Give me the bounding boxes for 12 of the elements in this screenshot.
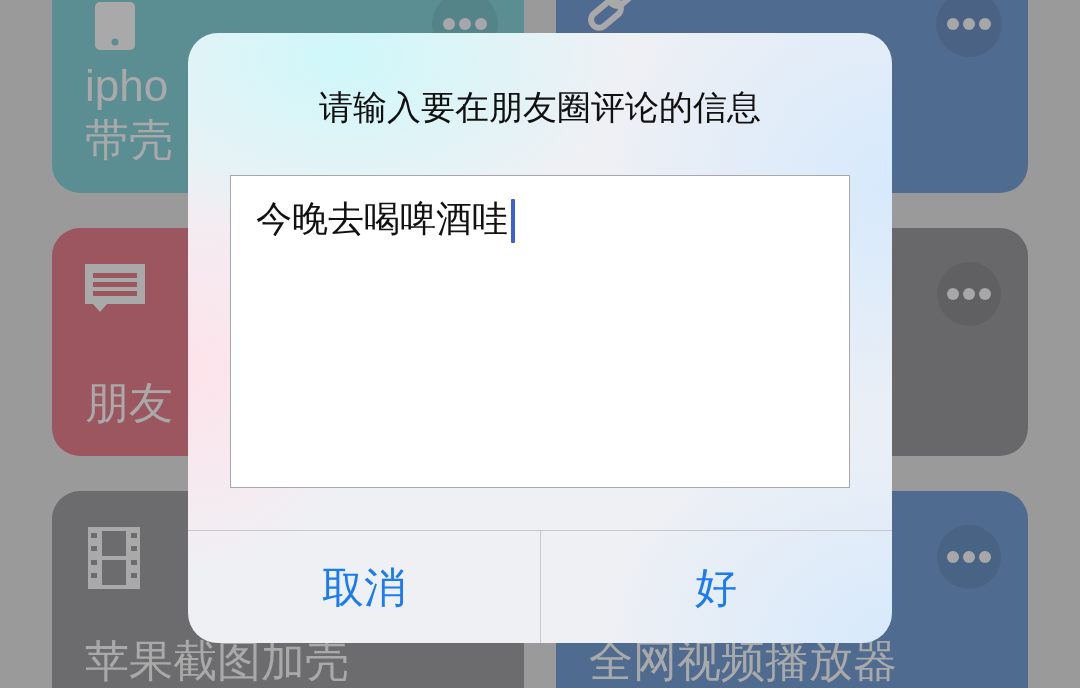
message-icon <box>85 264 145 312</box>
film-strip-icon <box>88 527 140 589</box>
phone-icon <box>95 2 135 50</box>
shortcut-name: 朋友 <box>85 377 173 429</box>
shortcut-name: ipho <box>85 60 169 112</box>
more-icon <box>947 18 991 30</box>
shortcut-name: 带壳 <box>85 114 173 166</box>
more-button[interactable] <box>936 0 1002 57</box>
text-input-field[interactable]: 今晚去喝啤酒哇 <box>230 175 850 488</box>
more-icon <box>947 551 991 563</box>
more-icon <box>947 288 991 300</box>
more-icon <box>443 18 487 30</box>
